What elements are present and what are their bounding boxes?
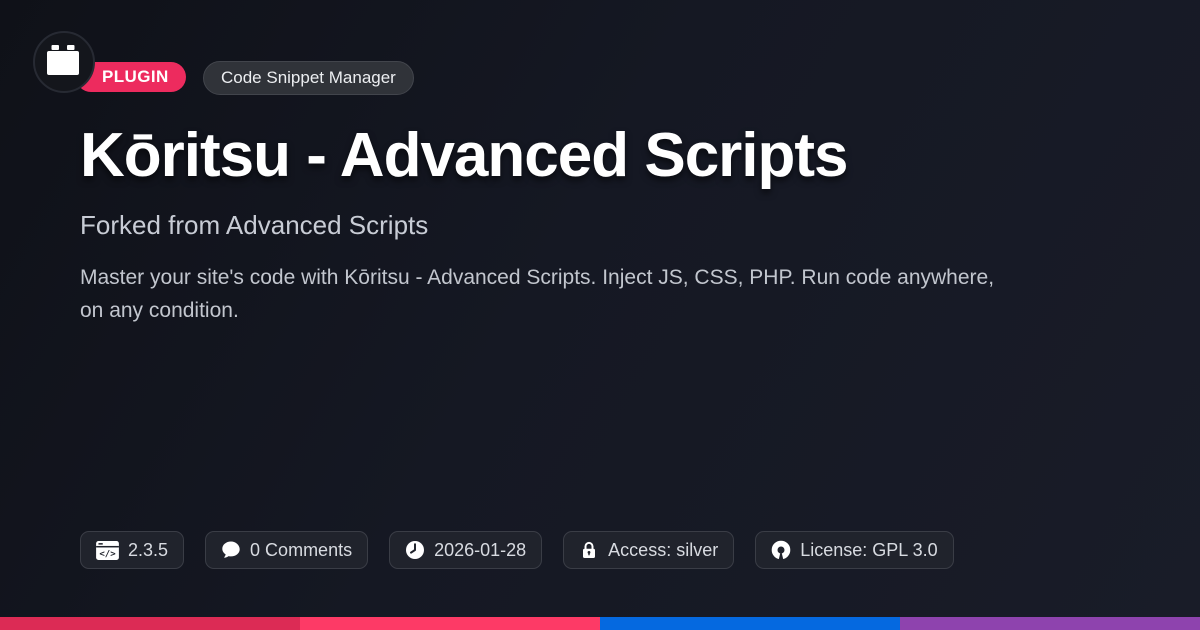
plugin-type-label: PLUGIN (102, 67, 169, 86)
comments-label: 0 Comments (250, 540, 352, 561)
footer-segment-purple (900, 617, 1200, 630)
comment-icon (221, 540, 241, 560)
footer-segment-blue (600, 617, 900, 630)
footer-segment-crimson (0, 617, 300, 630)
footer-segment-pink (300, 617, 600, 630)
license-badge: License: GPL 3.0 (755, 531, 953, 569)
version-label: 2.3.5 (128, 540, 168, 561)
clock-icon (405, 540, 425, 560)
comments-badge: 0 Comments (205, 531, 368, 569)
footer-color-bar (0, 617, 1200, 630)
category-badge: Code Snippet Manager (203, 61, 414, 95)
date-badge: 2026-01-28 (389, 531, 542, 569)
lock-icon (579, 540, 599, 560)
access-label: Access: silver (608, 540, 718, 561)
license-label: License: GPL 3.0 (800, 540, 937, 561)
plugin-social-card: PLUGIN Code Snippet Manager Kōritsu - Ad… (0, 0, 1200, 630)
page-description: Master your site's code with Kōritsu - A… (80, 261, 1005, 327)
plugin-logo (33, 31, 95, 93)
version-badge: </> 2.3.5 (80, 531, 184, 569)
osi-license-icon (771, 540, 791, 560)
code-window-icon: </> (96, 541, 119, 560)
meta-badge-row: </> 2.3.5 0 Comments 2026-01-28 (80, 531, 954, 569)
page-subtitle: Forked from Advanced Scripts (80, 209, 428, 241)
page-title: Kōritsu - Advanced Scripts (80, 124, 848, 188)
svg-text:</>: </> (99, 549, 116, 559)
plugin-brick-icon (46, 45, 82, 80)
date-label: 2026-01-28 (434, 540, 526, 561)
category-label: Code Snippet Manager (221, 68, 396, 87)
access-badge: Access: silver (563, 531, 734, 569)
